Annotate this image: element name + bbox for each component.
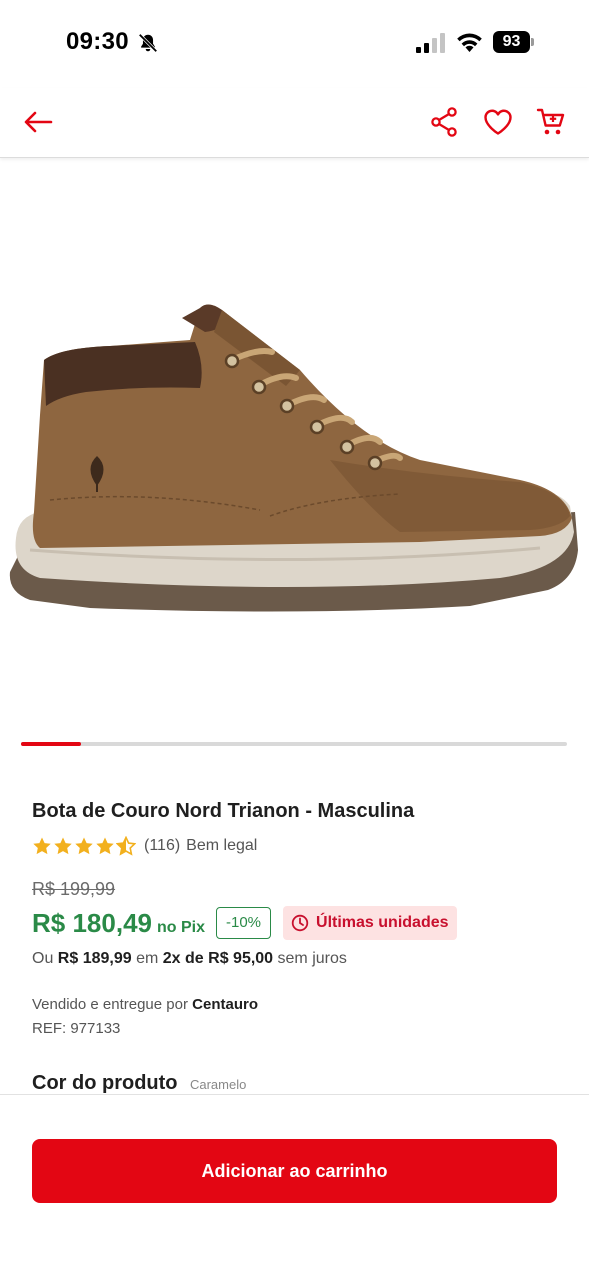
add-to-cart-button[interactable]: Adicionar ao carrinho <box>32 1139 557 1203</box>
low-stock-badge: Últimas unidades <box>283 906 457 940</box>
pix-price: R$ 180,49 <box>32 907 152 938</box>
product-image[interactable] <box>0 160 589 730</box>
star-full-icon <box>96 837 114 855</box>
status-time: 09:30 <box>66 28 129 55</box>
battery-level: 93 <box>493 31 530 53</box>
battery-indicator: 93 <box>493 31 535 53</box>
heart-icon <box>484 109 512 135</box>
back-button[interactable] <box>20 104 56 140</box>
old-price: R$ 199,99 <box>32 879 116 899</box>
product-boot-image <box>9 304 579 612</box>
installments-middle: em <box>136 950 159 967</box>
pix-label: no Pix <box>156 919 205 936</box>
top-navigation-bar <box>0 88 589 158</box>
bell-muted-icon <box>138 33 158 53</box>
star-half-icon <box>116 836 136 856</box>
star-full-icon <box>54 837 72 855</box>
back-arrow-icon <box>24 111 53 133</box>
cellular-signal-icon <box>416 33 445 53</box>
price-row: R$ 180,49 no Pix -10% Últimas unidades <box>32 905 457 941</box>
carousel-progress-fill <box>21 742 82 746</box>
installments-prefix: Ou <box>32 950 54 967</box>
installments-info: Ou R$ 189,99 em 2x de R$ 95,00 sem juros <box>32 950 347 968</box>
image-carousel-indicator <box>21 742 567 746</box>
color-section: Cor do produto Caramelo <box>32 1072 432 1093</box>
installments-suffix: sem juros <box>277 950 347 967</box>
seller-info: Vendido e entregue por Centauro <box>32 996 258 1013</box>
wishlist-button[interactable] <box>480 104 516 140</box>
installments-price: R$ 189,99 <box>57 950 132 967</box>
bottom-action-bar: Adicionar ao carrinho <box>0 1094 589 1280</box>
star-full-icon <box>75 837 93 855</box>
cart-icon <box>536 108 565 135</box>
share-icon <box>431 107 457 137</box>
seller-prefix: Vendido e entregue por <box>32 996 188 1013</box>
color-title: Cor do produto <box>32 1072 178 1093</box>
star-rating <box>32 836 136 856</box>
rating-label: Bem legal <box>186 837 258 854</box>
seller-name: Centauro <box>192 996 258 1013</box>
product-ref: REF: 977133 <box>32 1020 121 1037</box>
clock-icon <box>291 914 309 932</box>
low-stock-text: Últimas unidades <box>316 914 449 931</box>
battery-tip <box>531 38 534 46</box>
rating-count: (116) <box>144 837 181 854</box>
cart-button[interactable] <box>533 104 569 140</box>
status-bar: 09:30 93 <box>0 0 589 88</box>
share-button[interactable] <box>426 104 462 140</box>
rating-row[interactable]: (116) Bem legal <box>32 835 257 857</box>
wifi-icon <box>457 33 482 52</box>
star-full-icon <box>33 837 51 855</box>
color-value: Caramelo <box>189 1077 247 1092</box>
product-title: Bota de Couro Nord Trianon - Masculina <box>32 800 415 822</box>
discount-badge: -10% <box>216 907 272 939</box>
installments-plan: 2x de R$ 95,00 <box>162 950 274 967</box>
